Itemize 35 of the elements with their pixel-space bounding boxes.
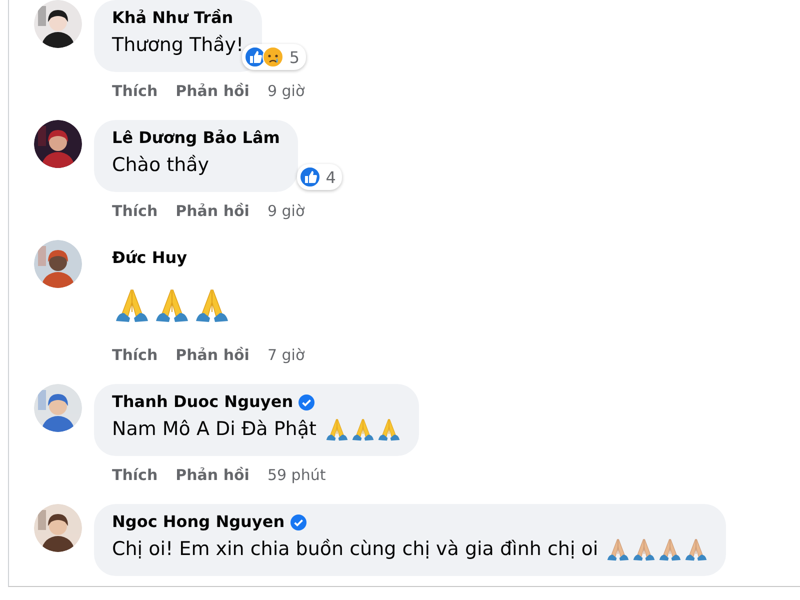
author-name[interactable]: Thanh Duoc Nguyen [112, 390, 294, 414]
praying-hands-icon [658, 538, 682, 562]
reply-link[interactable]: Phản hồi [176, 80, 250, 102]
reply-link[interactable]: Phản hồi [176, 464, 250, 486]
like-link[interactable]: Thích [112, 200, 158, 222]
praying-hands-icon [154, 288, 190, 324]
reply-link[interactable]: Phản hồi [176, 200, 250, 222]
sad-face-icon [262, 46, 284, 68]
praying-hands-icon [324, 418, 348, 442]
timestamp[interactable]: 9 giờ [267, 200, 305, 222]
timestamp[interactable]: 7 giờ [267, 344, 305, 366]
praying-hands-icon [376, 418, 400, 442]
praying-hands-icon [606, 538, 630, 562]
praying-hands-icon [684, 538, 708, 562]
comment-text: Thương Thầy! [112, 34, 244, 56]
comment-text: Nam Mô A Di Đà Phật [112, 418, 316, 440]
praying-hands-icon [114, 288, 150, 324]
author-name[interactable]: Khả Như Trần [112, 6, 234, 30]
reaction-count[interactable]: 5 [242, 44, 306, 70]
praying-hands-icon [350, 418, 374, 442]
like-link[interactable]: Thích [112, 80, 158, 102]
author-name[interactable]: Lê Dương Bảo Lâm [112, 126, 280, 150]
like-link[interactable]: Thích [112, 464, 158, 486]
author-name[interactable]: Ngoc Hong Nguyen [112, 510, 285, 534]
like-icon [298, 166, 321, 188]
author-name[interactable]: Đức Huy [112, 246, 188, 270]
reply-link[interactable]: Phản hồi [176, 344, 250, 366]
timestamp[interactable]: 9 giờ [267, 80, 305, 102]
praying-hands-icon [194, 288, 230, 324]
timestamp[interactable]: 59 phút [267, 464, 326, 486]
reaction-count[interactable]: 4 [296, 164, 342, 190]
like-link[interactable]: Thích [112, 344, 158, 366]
comment-text: Chị oi! Em xin chia buồn cùng chị và gia đình chị oi [112, 538, 598, 560]
comment-text: Chào thầy [112, 154, 209, 176]
praying-hands-icon [632, 538, 656, 562]
